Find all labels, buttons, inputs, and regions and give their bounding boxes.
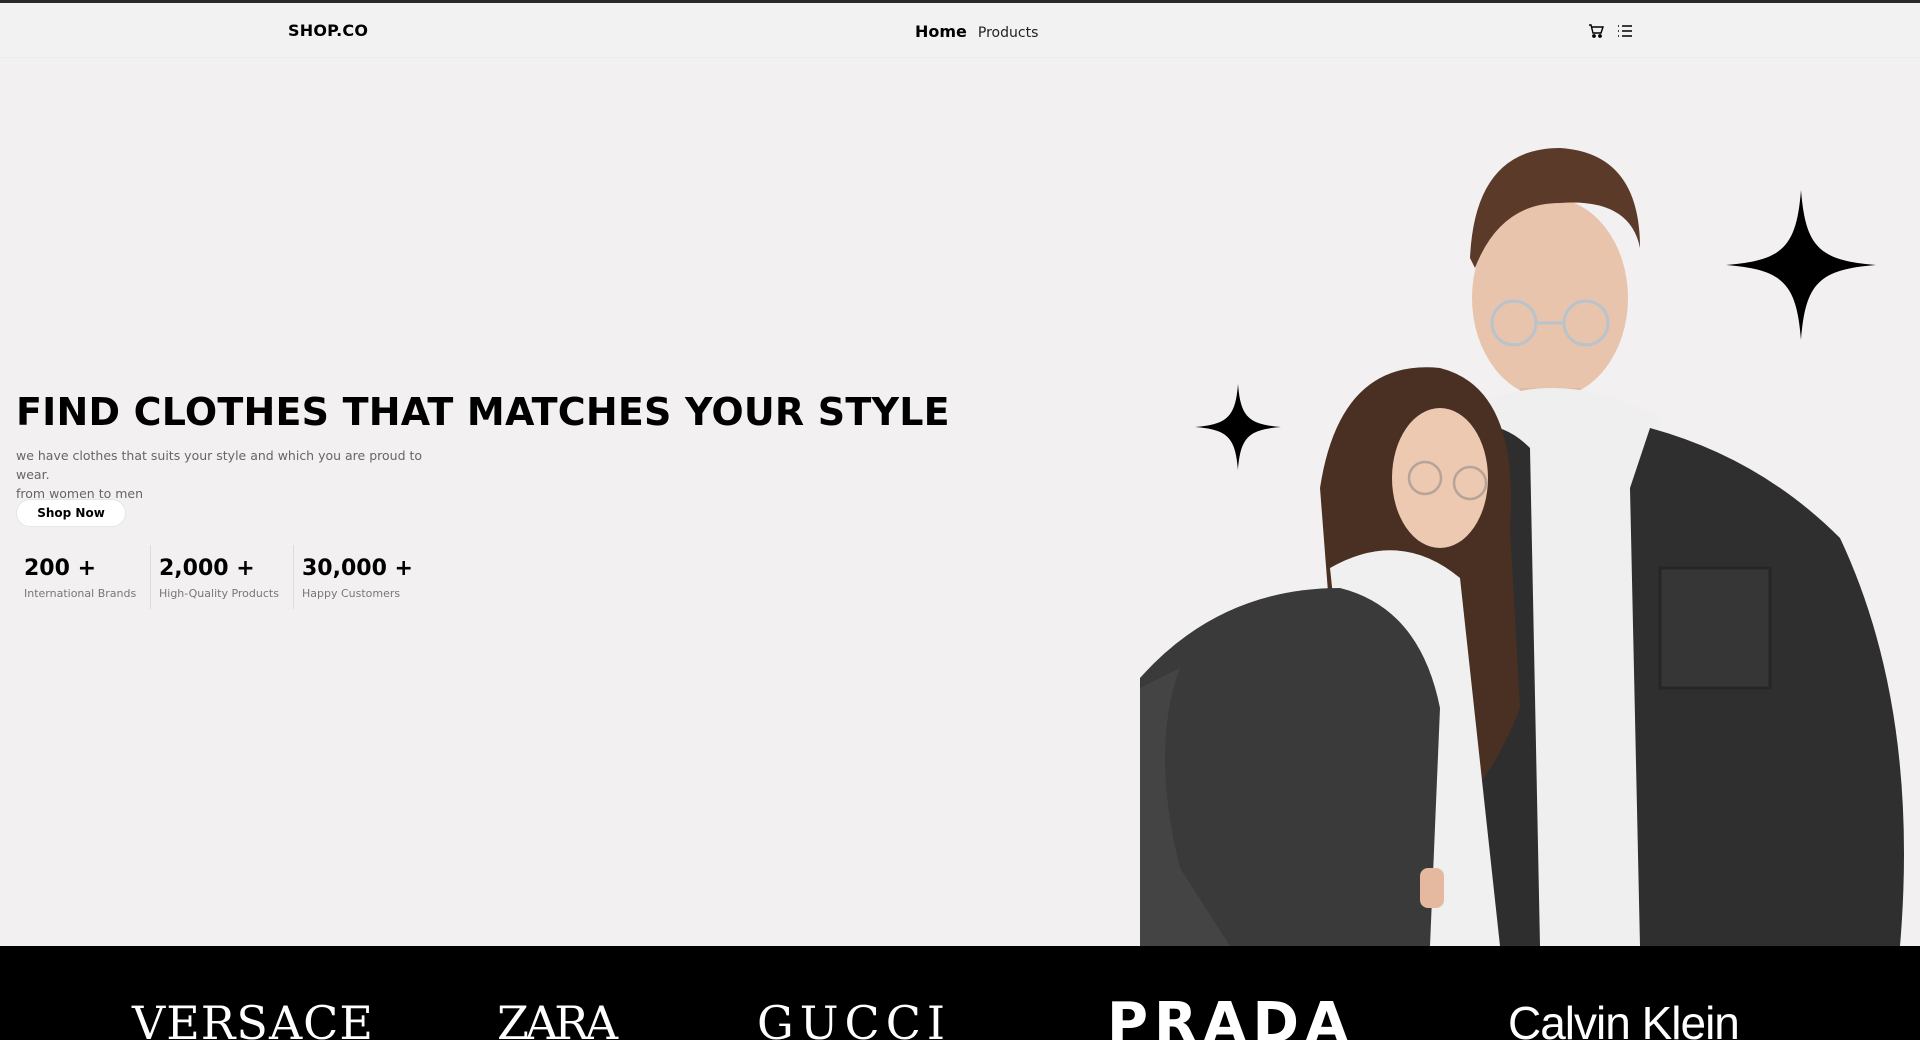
stat-high-quality-products: 2,000 + High-Quality Products (150, 545, 293, 609)
brand-logo-gucci: GUCCI (757, 996, 952, 1040)
brand-logo-versace: VERSACE (132, 996, 374, 1040)
cart-icon[interactable] (1588, 23, 1604, 39)
brand-logo-prada: PRADA (1107, 991, 1355, 1040)
navbar: SHOP.CO Home Products (0, 3, 1920, 58)
sparkle-icon (1726, 190, 1876, 340)
nav-links: Home Products (915, 22, 1038, 41)
shop-now-button[interactable]: Shop Now (16, 499, 126, 527)
stat-label: International Brands (24, 587, 137, 600)
nav-link-products[interactable]: Products (978, 25, 1038, 41)
hero-stats: 200 + International Brands 2,000 + High-… (16, 545, 433, 609)
hero-title: FIND CLOTHES THAT MATCHES YOUR STYLE (16, 390, 950, 434)
stat-label: Happy Customers (302, 587, 401, 600)
hero-subtitle-line1: we have clothes that suits your style an… (16, 448, 423, 482)
stat-value: 200 + (24, 556, 97, 581)
brand-logo-calvin-klein: Calvin Klein (1508, 997, 1740, 1040)
hero-subtitle: we have clothes that suits your style an… (16, 446, 456, 503)
nav-link-home[interactable]: Home (915, 22, 967, 41)
brand-logo-zara: ZARA (497, 996, 618, 1040)
nav-icons (1588, 23, 1633, 39)
brand-logo[interactable]: SHOP.CO (288, 21, 368, 40)
list-icon[interactable] (1617, 23, 1633, 39)
brands-bar: VERSACE ZARA GUCCI PRADA Calvin Klein (0, 946, 1920, 1040)
stat-international-brands: 200 + International Brands (16, 545, 150, 609)
stat-value: 30,000 + (302, 556, 413, 581)
stat-label: High-Quality Products (159, 587, 279, 600)
stat-happy-customers: 30,000 + Happy Customers (293, 545, 433, 609)
hero-section: FIND CLOTHES THAT MATCHES YOUR STYLE we … (0, 58, 1920, 946)
stat-value: 2,000 + (159, 556, 255, 581)
sparkle-icon (1195, 384, 1281, 470)
